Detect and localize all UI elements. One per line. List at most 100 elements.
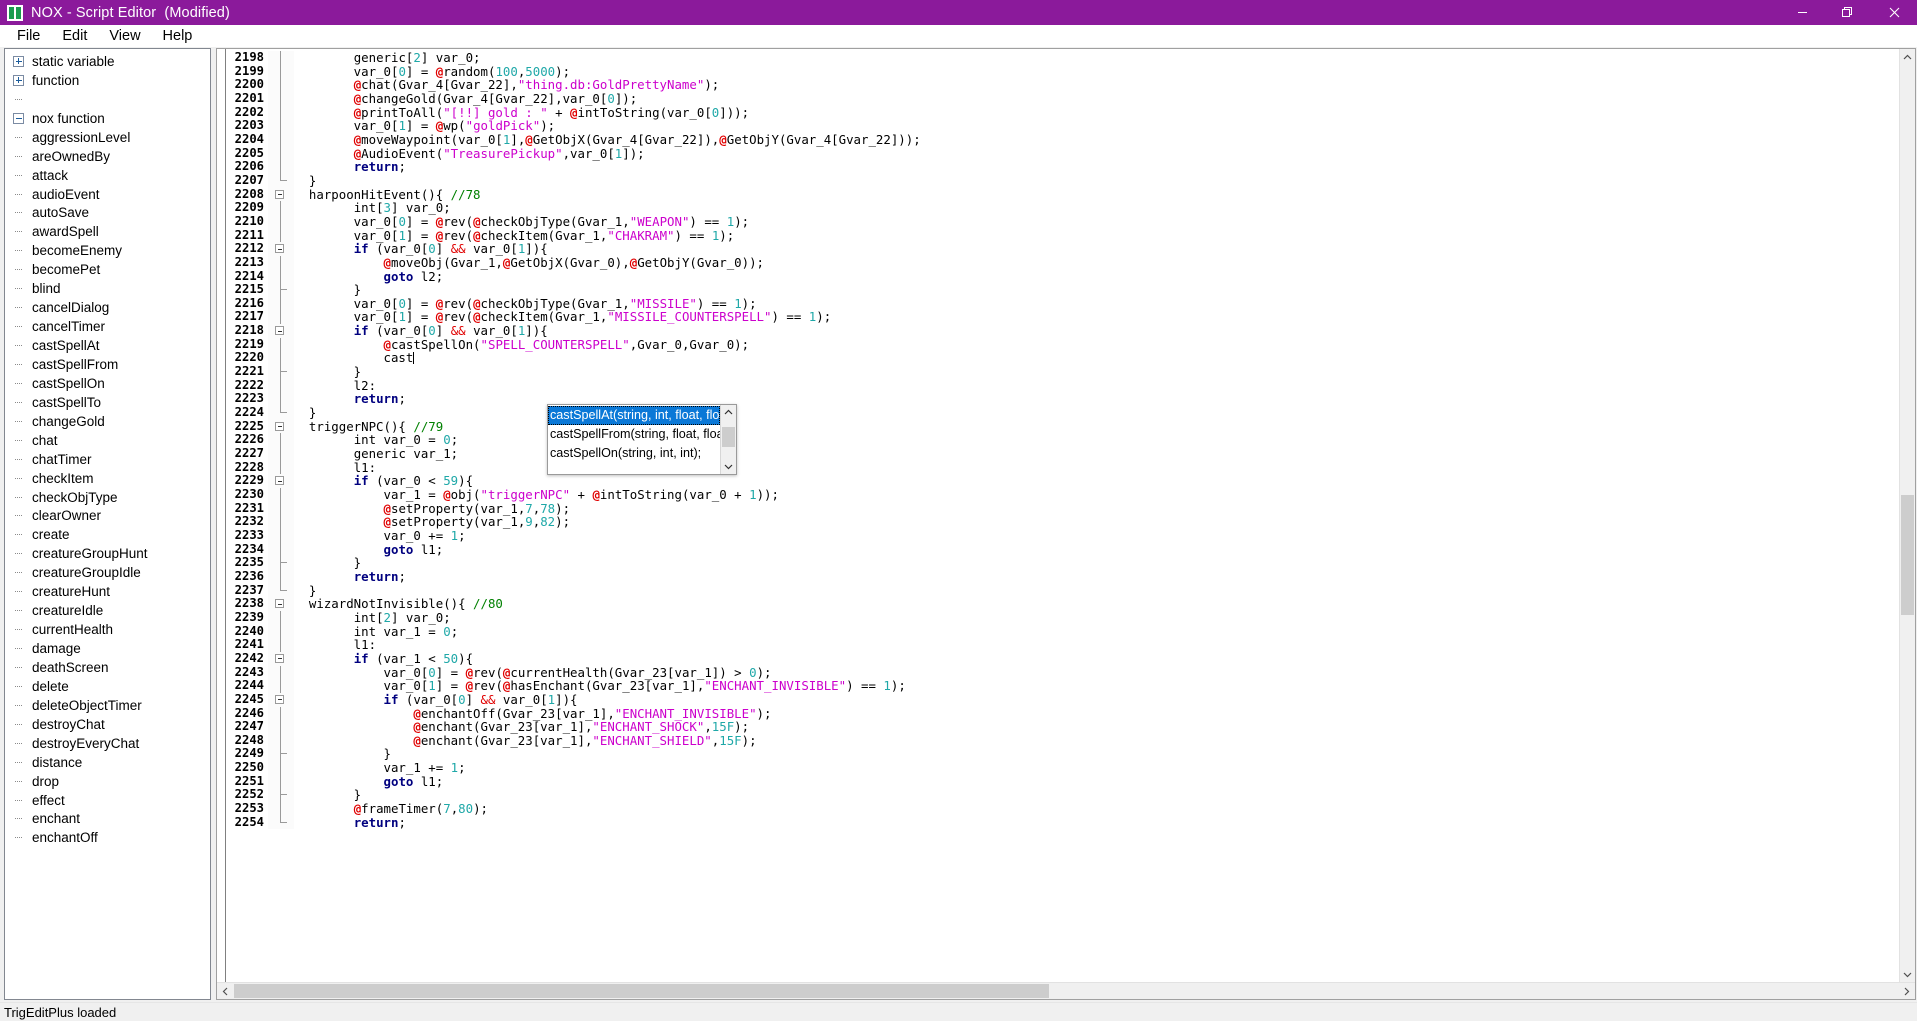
close-button[interactable] — [1871, 0, 1917, 25]
tree-item-awardspell[interactable]: awardSpell — [5, 222, 210, 241]
fold-margin[interactable] — [268, 651, 294, 666]
tree-item-canceltimer[interactable]: cancelTimer — [5, 317, 210, 336]
tree-item-chattimer[interactable]: chatTimer — [5, 450, 210, 469]
tree-item-audioevent[interactable]: audioEvent — [5, 185, 210, 204]
tree-item-creaturegrouphunt[interactable]: creatureGroupHunt — [5, 544, 210, 563]
tree-item-delete[interactable]: delete — [5, 677, 210, 696]
fold-margin[interactable] — [268, 187, 294, 202]
fold-margin[interactable] — [268, 597, 294, 611]
scroll-track-horizontal[interactable] — [234, 983, 1898, 999]
code-editor-pane[interactable]: 2198 generic[2] var_0; 2199 var_0[0] = @r… — [216, 48, 1916, 1000]
menu-view[interactable]: View — [98, 26, 151, 47]
autocomplete-item[interactable]: castSpellOn(string, int, int); — [548, 444, 720, 463]
tree-item-becomepet[interactable]: becomePet — [5, 260, 210, 279]
scroll-down-button[interactable] — [1900, 966, 1915, 982]
fold-collapse-icon[interactable] — [275, 189, 284, 199]
tree-item-blind[interactable]: blind — [5, 279, 210, 298]
editor-vertical-scrollbar[interactable] — [1899, 49, 1915, 982]
code-line: 2241 l1: — [226, 638, 1915, 652]
tree-item-currenthealth[interactable]: currentHealth — [5, 620, 210, 639]
maximize-button[interactable] — [1825, 0, 1871, 25]
tree-branch-icon — [13, 719, 24, 730]
tree-item-checkitem[interactable]: checkItem — [5, 469, 210, 488]
tree-item-static-variable[interactable]: static variable — [5, 52, 210, 71]
tree-item-create[interactable]: create — [5, 525, 210, 544]
tree-item-autosave[interactable]: autoSave — [5, 204, 210, 223]
tree-item-creaturegroupidle[interactable]: creatureGroupIdle — [5, 563, 210, 582]
menu-file[interactable]: File — [6, 26, 51, 47]
tree-item-deleteobjecttimer[interactable]: deleteObjectTimer — [5, 696, 210, 715]
tree-item-areownedby[interactable]: areOwnedBy — [5, 147, 210, 166]
tree-item-nox-function[interactable]: nox function — [5, 109, 210, 128]
autocomplete-scroll-track[interactable] — [721, 420, 736, 459]
tree-item-drop[interactable]: drop — [5, 772, 210, 791]
tree-branch-icon — [13, 586, 24, 597]
code-text-area[interactable]: 2198 generic[2] var_0; 2199 var_0[0] = @r… — [226, 49, 1915, 982]
tree-item-destroychat[interactable]: destroyChat — [5, 715, 210, 734]
tree-item-changegold[interactable]: changeGold — [5, 412, 210, 431]
menu-help[interactable]: Help — [152, 26, 204, 47]
autocomplete-scroll-thumb[interactable] — [722, 427, 735, 447]
tree-item-clearowner[interactable]: clearOwner — [5, 507, 210, 526]
tree-item-castspellto[interactable]: castSpellTo — [5, 393, 210, 412]
scroll-track-vertical[interactable] — [1900, 65, 1915, 966]
tree-item-checkobjtype[interactable]: checkObjType — [5, 488, 210, 507]
autocomplete-item[interactable]: castSpellAt(string, int, float, float); — [548, 406, 720, 425]
tree-item-castspellat[interactable]: castSpellAt — [5, 336, 210, 355]
tree-item-castspellon[interactable]: castSpellOn — [5, 374, 210, 393]
tree-item-damage[interactable]: damage — [5, 639, 210, 658]
fold-margin[interactable] — [268, 692, 294, 707]
tree-item-attack[interactable]: attack — [5, 166, 210, 185]
scroll-thumb-horizontal[interactable] — [234, 984, 1049, 998]
editor-horizontal-scrollbar[interactable] — [217, 982, 1915, 999]
function-tree-pane[interactable]: static variable function nox function aggre… — [4, 48, 211, 1000]
fold-margin — [268, 119, 294, 133]
tree-item-enchantoff[interactable]: enchantOff — [5, 828, 210, 847]
tree-item-becomeenemy[interactable]: becomeEnemy — [5, 241, 210, 260]
fold-margin[interactable] — [268, 324, 294, 338]
tree-item-creaturehunt[interactable]: creatureHunt — [5, 582, 210, 601]
fold-margin[interactable] — [268, 242, 294, 256]
fold-margin[interactable] — [268, 419, 294, 434]
minimize-button[interactable] — [1779, 0, 1825, 25]
tree-item-castspellfrom[interactable]: castSpellFrom — [5, 355, 210, 374]
autocomplete-scrollbar[interactable] — [720, 405, 736, 474]
tree-item-enchant[interactable]: enchant — [5, 810, 210, 829]
scroll-right-button[interactable] — [1898, 983, 1915, 999]
fold-margin — [268, 802, 294, 816]
fold-line — [280, 679, 281, 693]
tree-item-function[interactable]: function — [5, 71, 210, 90]
tree-item-destroyeverychat[interactable]: destroyEveryChat — [5, 734, 210, 753]
fold-collapse-icon[interactable] — [275, 421, 284, 431]
tree-item-creatureidle[interactable]: creatureIdle — [5, 601, 210, 620]
autocomplete-popup[interactable]: castSpellAt(string, int, float, float); c… — [547, 404, 737, 475]
code-text: return; — [353, 391, 406, 407]
collapse-minus-icon[interactable] — [13, 112, 24, 124]
fold-margin[interactable] — [268, 474, 294, 488]
autocomplete-scroll-up-button[interactable] — [721, 405, 736, 420]
tree-item-chat[interactable]: chat — [5, 431, 210, 450]
tree-item-effect[interactable]: effect — [5, 791, 210, 810]
autocomplete-scroll-down-button[interactable] — [721, 459, 736, 474]
tree-item-distance[interactable]: distance — [5, 753, 210, 772]
fold-line — [280, 720, 281, 734]
autocomplete-item[interactable]: castSpellFrom(string, float, float, floa — [548, 425, 720, 444]
expand-plus-icon[interactable] — [13, 74, 24, 86]
tree-item-aggressionlevel[interactable]: aggressionLevel — [5, 128, 210, 147]
scroll-up-button[interactable] — [1900, 49, 1915, 65]
fold-collapse-icon[interactable] — [275, 326, 284, 336]
fold-collapse-icon[interactable] — [275, 653, 284, 663]
scroll-thumb-vertical[interactable] — [1901, 495, 1914, 615]
scroll-left-button[interactable] — [217, 983, 234, 999]
fold-collapse-icon[interactable] — [275, 694, 284, 704]
menu-edit[interactable]: Edit — [51, 26, 98, 47]
code-text: var_0 += 1; — [294, 527, 466, 543]
expand-plus-icon[interactable] — [13, 55, 24, 67]
fold-collapse-icon[interactable] — [275, 476, 284, 486]
fold-collapse-icon[interactable] — [275, 599, 284, 609]
fold-collapse-icon[interactable] — [275, 244, 284, 254]
tree-branch-icon — [13, 738, 24, 749]
tree-item-label: clearOwner — [32, 508, 102, 524]
tree-item-deathscreen[interactable]: deathScreen — [5, 658, 210, 677]
tree-item-canceldialog[interactable]: cancelDialog — [5, 298, 210, 317]
